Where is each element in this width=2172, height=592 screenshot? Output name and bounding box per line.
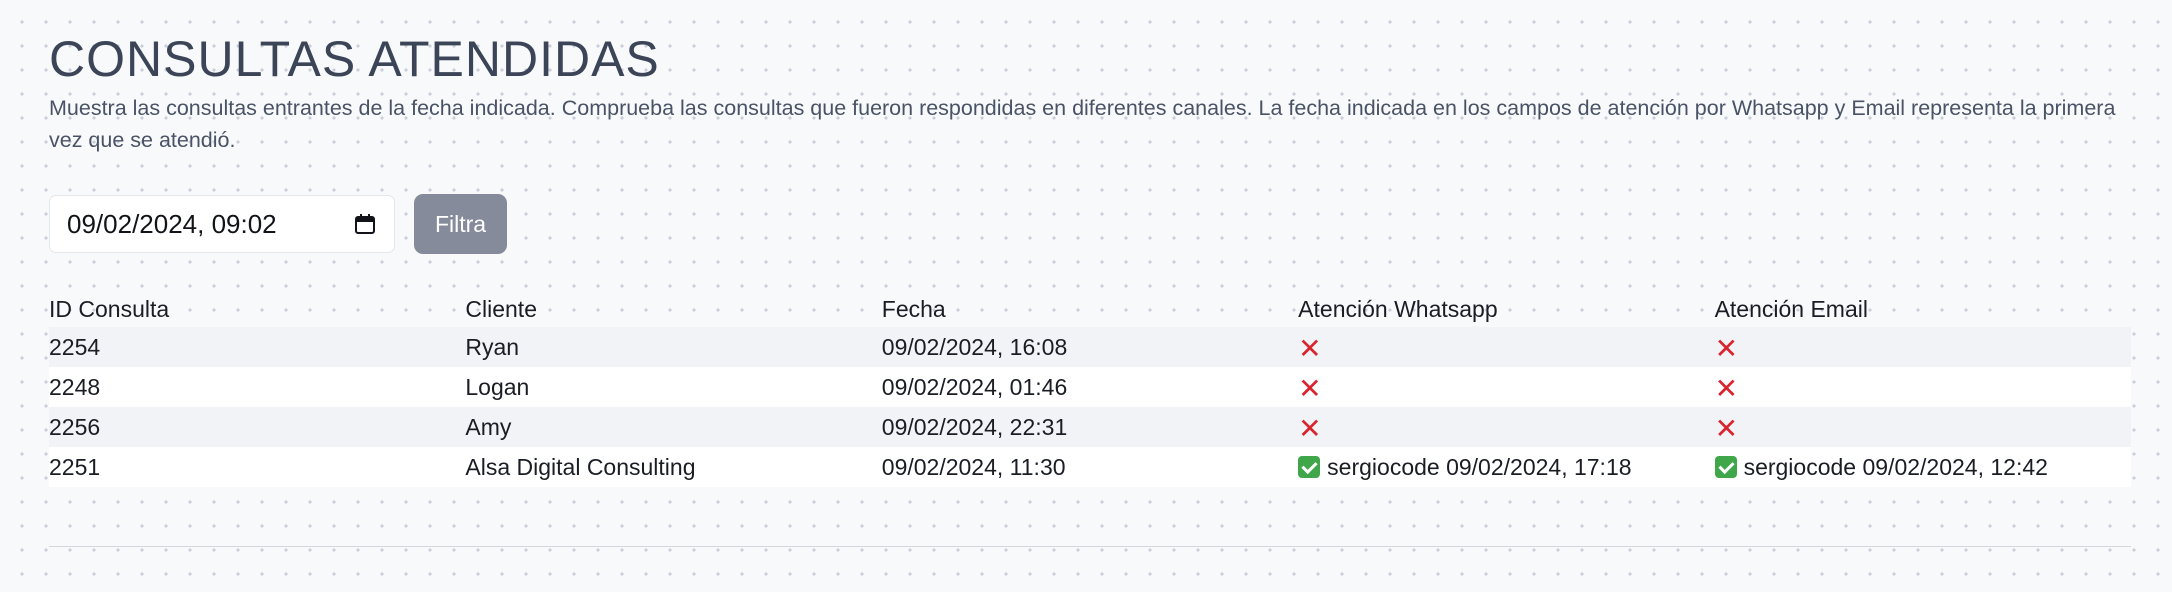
page-description: Muestra las consultas entrantes de la fe… [49,96,2116,152]
table-row: 2256 Amy 09/02/2024, 22:31 ✕ ✕ [49,407,2131,447]
cell-email: ✕ [1714,327,2131,367]
check-icon [1298,455,1321,478]
filter-button[interactable]: Filtra [414,194,507,254]
consultas-table: ID Consulta Cliente Fecha Atención Whats… [49,291,2131,487]
bottom-divider [49,546,2131,547]
date-filter-input[interactable]: 09/02/2024, 09:02 [49,195,395,253]
cell-cliente: Logan [465,367,882,407]
cell-whatsapp: ✕ [1298,407,1715,447]
calendar-icon[interactable] [354,213,376,235]
cell-cliente: Ryan [465,327,882,367]
page-content: CONSULTAS ATENDIDAS Muestra las consulta… [49,28,2131,487]
table-row: 2254 Ryan 09/02/2024, 16:08 ✕ ✕ [49,327,2131,367]
cell-fecha: 09/02/2024, 16:08 [881,327,1299,367]
table-body: 2254 Ryan 09/02/2024, 16:08 ✕ ✕ 2248 Logan 09/0… [49,327,2131,487]
cross-icon: ✕ [1298,372,1322,404]
cell-whatsapp: ✕ [1298,327,1715,367]
column-header-fecha: Fecha [881,295,946,322]
cross-icon: ✕ [1714,412,1739,444]
cell-id: 2251 [49,447,466,487]
cell-id: 2248 [49,367,466,407]
filter-bar: 09/02/2024, 09:02 Filtra [49,194,2131,254]
check-icon [1714,455,1737,478]
whatsapp-attention-text: sergiocode 09/02/2024, 17:18 [1327,453,1632,480]
page-title: CONSULTAS ATENDIDAS [49,31,660,87]
table-header-row: ID Consulta Cliente Fecha Atención Whats… [49,291,2131,327]
cell-id: 2256 [49,407,466,447]
cell-fecha: 09/02/2024, 01:46 [881,367,1299,407]
cell-fecha: 09/02/2024, 11:30 [881,447,1299,487]
cross-icon: ✕ [1714,372,1739,404]
cross-icon: ✕ [1714,332,1739,364]
cell-cliente: Alsa Digital Consulting [465,447,882,487]
column-header-whatsapp: Atención Whatsapp [1298,295,1498,322]
cell-fecha: 09/02/2024, 22:31 [881,407,1299,447]
column-header-id: ID Consulta [49,295,170,322]
cell-email: ✕ [1714,367,2131,407]
cell-whatsapp: sergiocode 09/02/2024, 17:18 [1298,447,1715,487]
email-attention-text: sergiocode 09/02/2024, 12:42 [1743,453,2048,480]
cell-id: 2254 [49,327,466,367]
column-header-cliente: Cliente [465,295,537,322]
cross-icon: ✕ [1298,412,1322,444]
cross-icon: ✕ [1298,332,1322,364]
date-filter-value: 09/02/2024, 09:02 [67,208,277,239]
cell-email: ✕ [1714,407,2131,447]
column-header-email: Atención Email [1714,295,1868,322]
table-row: 2248 Logan 09/02/2024, 01:46 ✕ ✕ [49,367,2131,407]
table-row: 2251 Alsa Digital Consulting 09/02/2024, 1… [49,447,2131,487]
cell-email: sergiocode 09/02/2024, 12:42 [1714,447,2131,487]
cell-whatsapp: ✕ [1298,367,1715,407]
cell-cliente: Amy [465,407,882,447]
